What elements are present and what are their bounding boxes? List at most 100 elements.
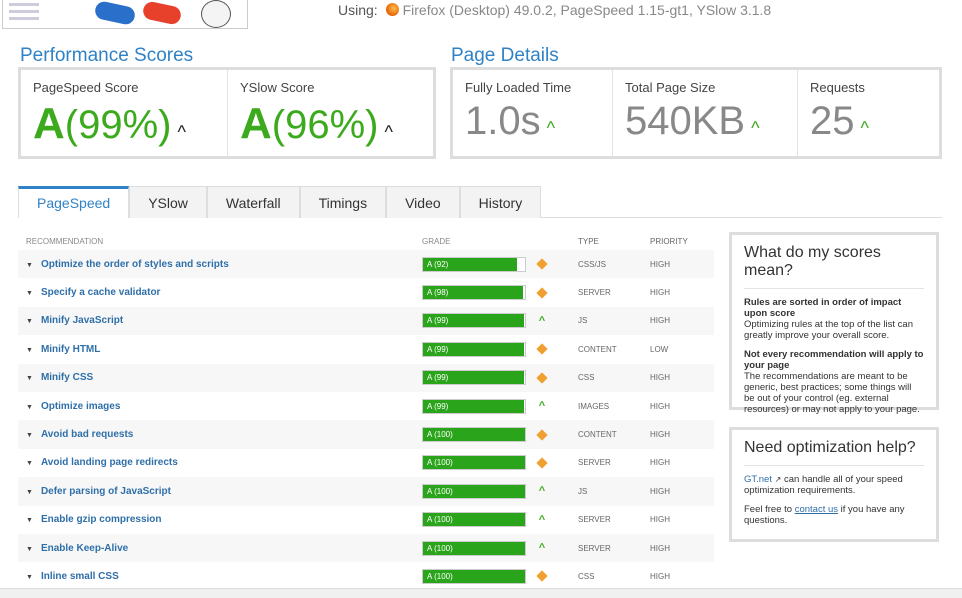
tab-history[interactable]: History [459,186,542,218]
recommendation-name[interactable]: Minify HTML [41,344,100,355]
horizontal-scrollbar[interactable] [0,588,962,598]
tab-yslow[interactable]: YSlow [129,186,207,218]
pagespeed-score: PageSpeed Score A (99%) ^ [21,70,228,156]
gtnet-link[interactable]: GT.net [744,474,772,485]
fully-loaded-time: Fully Loaded Time 1.0s ^ [453,70,613,156]
priority-up-icon: ^ [538,485,546,498]
grade-bar: A (99) [422,398,526,414]
priority-diamond-icon [536,343,548,356]
browser-version: Firefox (Desktop) 49.0.2, PageSpeed 1.15… [402,2,772,18]
priority-diamond-icon [536,286,548,299]
trend-up-icon: ^ [384,122,393,142]
type-value: IMAGES [578,401,610,411]
table-row[interactable]: ▼ Optimize images A (99) ^ IMAGES HIGH [18,392,714,420]
table-row[interactable]: ▼ Specify a cache validator A (98) SERVER HI… [18,278,714,306]
type-value: CONTENT [578,344,617,354]
priority-value: HIGH [650,571,670,581]
recommendation-name[interactable]: Minify JavaScript [41,315,123,326]
grade-label: A (99) [427,401,449,411]
table-body: ▼ Optimize the order of styles and script… [18,250,714,591]
recommendation-name[interactable]: Enable Keep-Alive [41,543,128,554]
tab-waterfall[interactable]: Waterfall [206,186,300,218]
expand-caret-icon[interactable]: ▼ [26,290,33,297]
type-value: CSS [578,571,595,581]
type-value: CSS/JS [578,259,607,269]
expand-caret-icon[interactable]: ▼ [26,404,33,411]
recommendation-name[interactable]: Minify CSS [41,372,93,383]
table-row[interactable]: ▼ Enable gzip compression A (100) ^ SERVER HI… [18,506,714,534]
expand-caret-icon[interactable]: ▼ [26,432,33,439]
page-thumbnail [2,0,248,29]
table-row[interactable]: ▼ Optimize the order of styles and script… [18,250,714,279]
grade-bar: A (100) [422,540,526,556]
recommendation-name[interactable]: Avoid bad requests [41,429,133,440]
grade-bar: A (100) [422,427,526,443]
recommendation-name[interactable]: Enable gzip compression [41,514,162,525]
priority-value: HIGH [650,515,670,525]
recommendation-name[interactable]: Avoid landing page redirects [41,457,178,468]
type-value: CONTENT [578,430,617,440]
grade-label: A (100) [427,571,453,581]
table-row[interactable]: ▼ Avoid landing page redirects A (100) SERV… [18,449,714,477]
priority-up-icon: ^ [538,400,546,413]
grade-bar: A (92) [422,256,526,272]
performance-scores-box: PageSpeed Score A (99%) ^ YSlow Score A (96… [18,67,436,159]
grade-label: A (100) [427,543,453,553]
trend-up-icon: ^ [860,118,869,138]
priority-value: HIGH [650,430,670,440]
priority-up-icon: ^ [538,513,546,526]
grade-label: A (98) [427,288,449,298]
grade-label: A (99) [427,344,449,354]
expand-caret-icon[interactable]: ▼ [26,375,33,382]
priority-value: HIGH [650,543,670,553]
page-details-title: Page Details [451,45,559,66]
recommendation-name[interactable]: Optimize the order of styles and scripts [41,259,229,270]
recommendation-name[interactable]: Optimize images [41,401,120,412]
table-row[interactable]: ▼ Defer parsing of JavaScript A (100) ^ JS HI… [18,477,714,506]
page-details-box: Fully Loaded Time 1.0s ^ Total Page Size … [450,67,942,159]
grade-label: A (100) [427,430,453,440]
priority-value: HIGH [650,288,670,298]
type-value: CSS [578,373,595,383]
test-environment: Using: Firefox (Desktop) 49.0.2, PageSpe… [338,2,772,18]
priority-value: HIGH [650,373,670,383]
recommendation-name[interactable]: Inline small CSS [41,571,119,582]
grade-bar: A (100) [422,512,526,528]
contact-us-link[interactable]: contact us [795,504,838,515]
type-value: SERVER [578,515,611,525]
expand-caret-icon[interactable]: ▼ [26,318,33,325]
firefox-icon [385,3,399,16]
priority-value: HIGH [650,316,670,326]
scores-help-panel: What do my scores mean? Rules are sorted… [729,232,939,415]
expand-caret-icon[interactable]: ▼ [26,262,33,269]
optimization-help-panel: Need optimization help? GT.net ↗ can han… [729,427,939,542]
tab-timings[interactable]: Timings [299,186,387,218]
table-row[interactable]: ▼ Minify JavaScript A (99) ^ JS HIGH [18,306,714,336]
tab-video[interactable]: Video [386,186,460,218]
priority-value: HIGH [650,458,670,468]
tab-pagespeed[interactable]: PageSpeed [18,186,130,218]
table-row[interactable]: ▼ Avoid bad requests A (100) CONTENT HIGH [18,420,714,449]
grade-label: A (100) [427,458,453,468]
table-row[interactable]: ▼ Enable Keep-Alive A (100) ^ SERVER HIGH [18,533,714,563]
recommendation-name[interactable]: Defer parsing of JavaScript [41,486,171,497]
report-tabs: PageSpeed YSlow Waterfall Timings Video … [18,186,942,218]
expand-caret-icon[interactable]: ▼ [26,489,33,496]
expand-caret-icon[interactable]: ▼ [26,347,33,354]
table-row[interactable]: ▼ Minify CSS A (99) CSS HIGH [18,363,714,392]
table-row[interactable]: ▼ Inline small CSS A (100) CSS HIGH [18,562,714,590]
expand-caret-icon[interactable]: ▼ [26,546,33,553]
grade-label: A (100) [427,486,453,496]
trend-up-icon: ^ [751,118,760,138]
external-link-icon: ↗ [774,475,782,484]
recommendation-name[interactable]: Specify a cache validator [41,287,161,298]
priority-value: HIGH [650,401,670,411]
expand-caret-icon[interactable]: ▼ [26,517,33,524]
expand-caret-icon[interactable]: ▼ [26,460,33,467]
yslow-score: YSlow Score A (96%) ^ [240,80,393,148]
priority-diamond-icon [536,457,548,469]
requests-count: Requests 25 ^ [810,80,869,143]
grade-label: A (99) [427,316,449,326]
expand-caret-icon[interactable]: ▼ [26,574,33,581]
table-row[interactable]: ▼ Minify HTML A (99) CONTENT LOW [18,335,714,363]
